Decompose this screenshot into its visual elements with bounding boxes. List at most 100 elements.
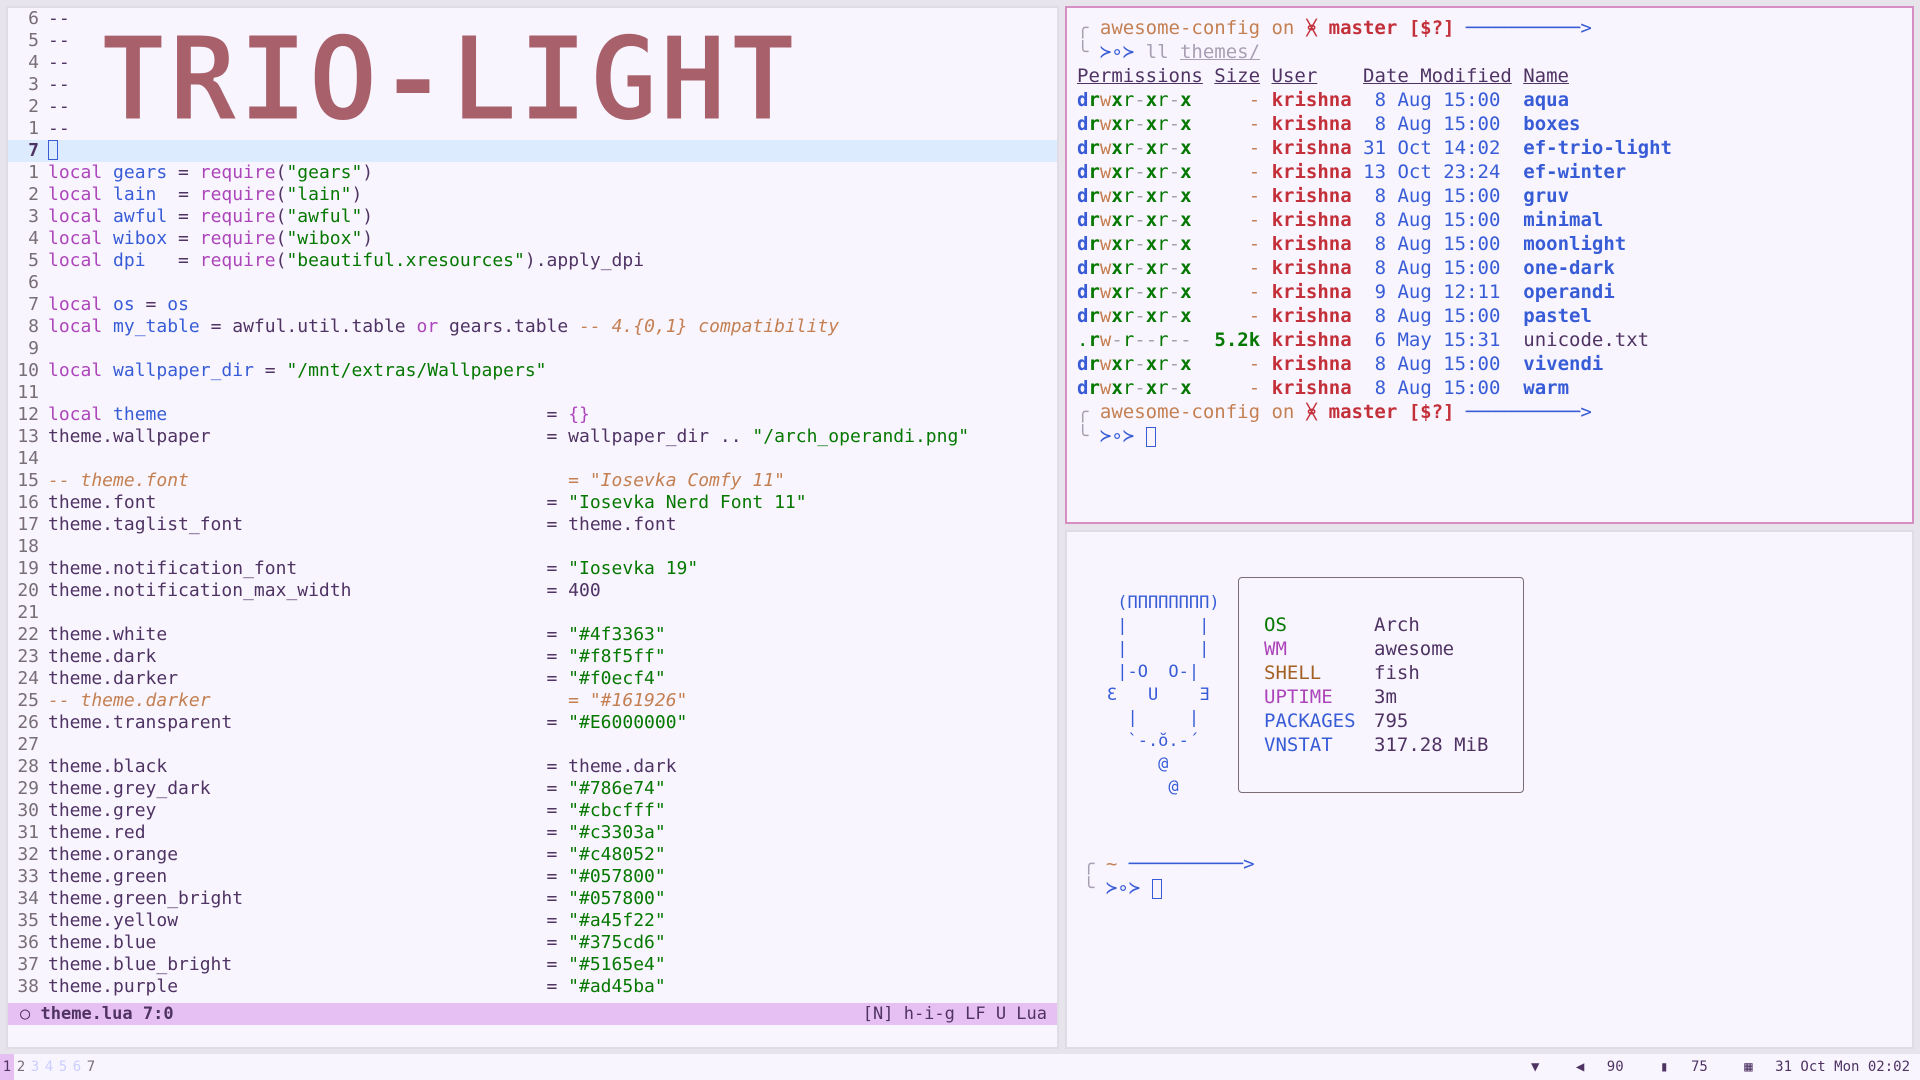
code-token: = — [253, 360, 287, 381]
code-token: local — [48, 228, 103, 249]
size: - — [1191, 377, 1261, 399]
listing-row[interactable]: drwxr-xr-x - krishna 8 Aug 15:00 aqua — [1077, 88, 1672, 112]
column-header: Permissions — [1077, 65, 1203, 87]
workspace-tag-5[interactable]: 5 — [56, 1054, 70, 1080]
size: 5.2k — [1191, 329, 1261, 351]
size: - — [1191, 113, 1261, 135]
size: - — [1191, 353, 1261, 375]
line-number: 8 — [28, 316, 39, 337]
code-token: "#375cd6" — [568, 932, 666, 953]
code-token: "/mnt/extras/Wallpapers" — [286, 360, 547, 381]
code-token: -- 4.{0,1} compatibility — [579, 316, 840, 337]
line-number: 6 — [28, 272, 39, 293]
terminal-top[interactable]: ╭ awesome-config on ᚸ master [$?] ──────… — [1065, 6, 1914, 524]
code-token: wibox — [113, 228, 168, 249]
line-number: 38 — [17, 976, 39, 997]
workspace-tag-3[interactable]: 3 — [28, 1054, 42, 1080]
listing-row[interactable]: drwxr-xr-x - krishna 8 Aug 15:00 warm — [1077, 376, 1672, 400]
file-name[interactable]: ef-winter — [1500, 161, 1626, 183]
code-line: 28 theme.black = theme.dark — [8, 756, 1057, 778]
line-text: -- theme.font = "Iosevka Comfy 11" — [48, 470, 785, 492]
volume-icon[interactable]: ◀ — [1576, 1059, 1584, 1075]
code-token: ( — [275, 162, 287, 183]
listing-row[interactable]: drwxr-xr-x - krishna 13 Oct 23:24 ef-win… — [1077, 160, 1672, 184]
status-bar: 1234567 ▼ ◀ 90 ▮ 75 ▦ 31 Oct Mon 02:02 — [0, 1054, 1920, 1080]
workspace-tag-6[interactable]: 6 — [70, 1054, 84, 1080]
listing-row[interactable]: drwxr-xr-x - krishna 9 Aug 12:11 operand… — [1077, 280, 1672, 304]
line-number: 35 — [17, 910, 39, 931]
code-line: 23 theme.dark = "#f8f5ff" — [8, 646, 1057, 668]
prompt-arrow: ──────────> — [1454, 401, 1592, 423]
listing-row[interactable]: drwxr-xr-x - krishna 8 Aug 15:00 one-dar… — [1077, 256, 1672, 280]
file-name[interactable]: moonlight — [1500, 233, 1626, 255]
file-name[interactable]: warm — [1500, 377, 1569, 399]
code-token: theme.grey = — [48, 800, 569, 821]
file-name[interactable]: aqua — [1500, 89, 1569, 111]
line-number: 18 — [17, 536, 39, 557]
line-number: 36 — [17, 932, 39, 953]
listing-row[interactable]: drwxr-xr-x - krishna 8 Aug 15:00 minimal — [1077, 208, 1672, 232]
command-line[interactable]: ╰ ≻∘≻ — [1083, 876, 1255, 900]
command-line[interactable]: ╰ ≻∘≻ — [1077, 424, 1672, 448]
wifi-icon[interactable]: ▼ — [1531, 1059, 1539, 1075]
code-token: require — [199, 184, 276, 205]
listing-row[interactable]: drwxr-xr-x - krishna 8 Aug 15:00 vivendi — [1077, 352, 1672, 376]
file-name[interactable]: one-dark — [1500, 257, 1615, 279]
permissions: drwxr-xr-x — [1077, 233, 1192, 255]
listing-row[interactable]: drwxr-xr-x - krishna 31 Oct 14:02 ef-tri… — [1077, 136, 1672, 160]
git-branch: ᚸ master [$?] — [1305, 17, 1455, 39]
code-line: 18 — [8, 536, 1057, 558]
code-token: "lain" — [286, 184, 352, 205]
file-name[interactable]: operandi — [1500, 281, 1615, 303]
code-line: 15 -- theme.font = "Iosevka Comfy 11" — [8, 470, 1057, 492]
line-text: local awful = require("awful") — [48, 206, 373, 228]
prompt-on: on — [1260, 401, 1306, 423]
prompt-bracket: ╰ — [1083, 877, 1106, 899]
user: krishna — [1260, 113, 1352, 135]
line-text: theme.yellow = "#a45f22" — [48, 910, 666, 932]
command-line[interactable]: ╰ ≻∘≻ ll themes/ — [1077, 40, 1672, 64]
clock[interactable]: 31 Oct Mon 02:02 — [1775, 1059, 1910, 1075]
file-name[interactable]: boxes — [1500, 113, 1580, 135]
code-view[interactable]: 6 -- 5 -- 4 -- 3 -- 2 -- 1 -- 7 1 local gears = requir… — [8, 8, 1057, 998]
file-name[interactable]: vivendi — [1500, 353, 1603, 375]
code-token: theme.grey_dark = — [48, 778, 569, 799]
line-number: 24 — [17, 668, 39, 689]
code-token: ).apply_dpi — [524, 250, 645, 271]
workspace-tag-4[interactable]: 4 — [42, 1054, 56, 1080]
date-modified: 9 Aug 12:11 — [1351, 281, 1501, 303]
file-name[interactable]: unicode.txt — [1500, 329, 1649, 351]
editor-pane[interactable]: TRIO-LIGHT 6 -- 5 -- 4 -- 3 -- 2 -- 1 -- 7 1 local gea… — [6, 6, 1059, 1049]
status-file: theme.lua 7:0 — [40, 1004, 174, 1024]
listing-header: Permissions Size User Date Modified Name — [1077, 64, 1672, 88]
code-token: = — [156, 184, 200, 205]
prompt-bracket: ╰ — [1077, 425, 1100, 447]
user: krishna — [1260, 353, 1352, 375]
code-token: theme.yellow = — [48, 910, 569, 931]
file-name[interactable]: pastel — [1500, 305, 1592, 327]
line-text: -- — [48, 30, 70, 51]
workspace-tag-7[interactable]: 7 — [84, 1054, 98, 1080]
code-line: 31 theme.red = "#c3303a" — [8, 822, 1057, 844]
workspace-tag-2[interactable]: 2 — [14, 1054, 28, 1080]
file-name[interactable]: ef-trio-light — [1500, 137, 1672, 159]
listing-row[interactable]: drwxr-xr-x - krishna 8 Aug 15:00 gruv — [1077, 184, 1672, 208]
file-name[interactable]: gruv — [1500, 185, 1569, 207]
code-line: 35 theme.yellow = "#a45f22" — [8, 910, 1057, 932]
code-token: {} — [568, 404, 590, 425]
code-line: 32 theme.orange = "#c48052" — [8, 844, 1057, 866]
listing-row[interactable]: drwxr-xr-x - krishna 8 Aug 15:00 moonlig… — [1077, 232, 1672, 256]
listing-row[interactable]: drwxr-xr-x - krishna 8 Aug 15:00 pastel — [1077, 304, 1672, 328]
listing-row[interactable]: drwxr-xr-x - krishna 8 Aug 15:00 boxes — [1077, 112, 1672, 136]
workspace-tag-1[interactable]: 1 — [0, 1054, 14, 1080]
code-token: require — [199, 162, 276, 183]
code-line: 6 -- — [8, 8, 1057, 30]
code-token: theme.transparent = — [48, 712, 569, 733]
listing-row[interactable]: .rw-r--r-- 5.2k krishna 6 May 15:31 unic… — [1077, 328, 1672, 352]
current-line[interactable]: 7 — [8, 140, 1057, 162]
line-number: 3 — [28, 74, 39, 95]
column-header: Date Modified — [1363, 65, 1512, 87]
file-name[interactable]: minimal — [1500, 209, 1603, 231]
line-text: theme.darker = "#f0ecf4" — [48, 668, 666, 690]
